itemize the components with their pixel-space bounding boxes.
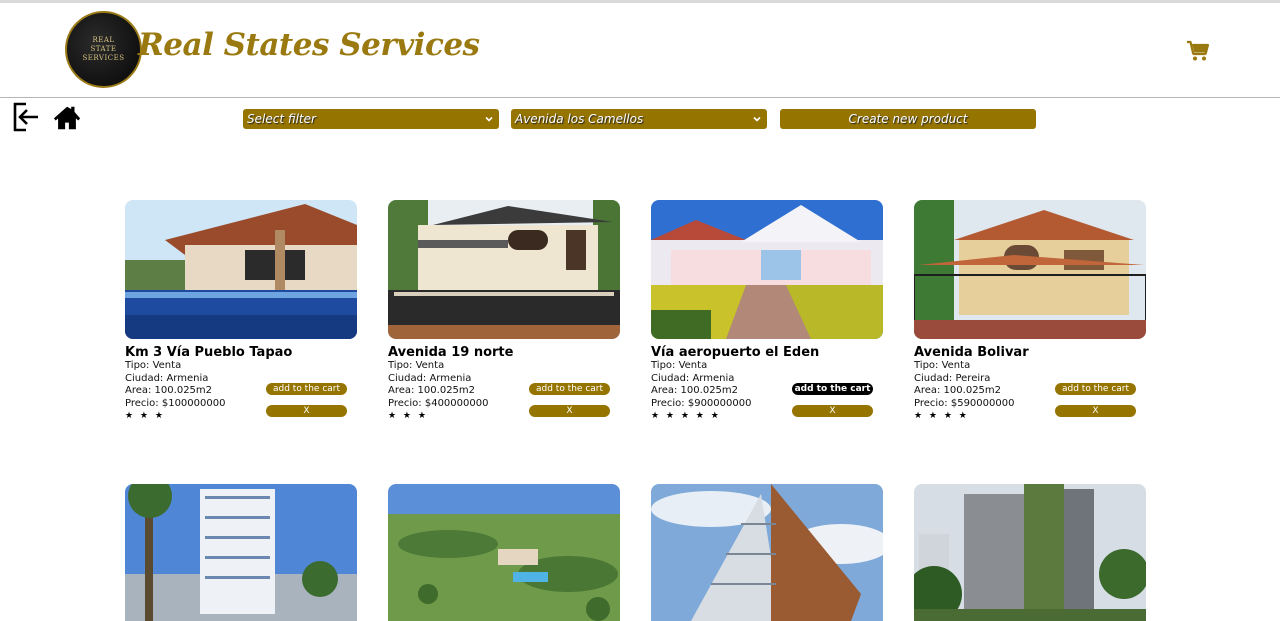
product-type: Tipo: Venta	[651, 360, 708, 371]
location-select-value: Avenida los Camellos	[515, 112, 644, 126]
brand-title: Real States Services	[138, 27, 480, 63]
product-type: Tipo: Venta	[914, 360, 971, 371]
add-to-cart-button[interactable]: add to the cart	[266, 383, 347, 395]
remove-product-button[interactable]: X	[792, 405, 873, 417]
add-to-cart-button[interactable]: add to the cart	[1055, 383, 1136, 395]
property-photo[interactable]	[388, 200, 620, 339]
remove-product-button[interactable]: X	[266, 405, 347, 417]
property-photo[interactable]	[388, 484, 620, 621]
chevron-down-icon	[485, 116, 493, 122]
product-title: Km 3 Vía Pueblo Tapao	[125, 345, 293, 360]
add-to-cart-button[interactable]: add to the cart	[529, 383, 610, 395]
product-type: Tipo: Venta	[125, 360, 182, 371]
property-photo[interactable]	[651, 484, 883, 621]
filter-select-value: Select filter	[247, 112, 316, 126]
property-photo[interactable]	[651, 200, 883, 339]
cart-icon[interactable]	[1186, 39, 1210, 63]
product-card: Vía aeropuerto el Eden Tipo: Venta Ciuda…	[651, 200, 883, 423]
remove-product-button[interactable]: X	[529, 405, 610, 417]
product-card: Avenida Bolivar Tipo: Venta Ciudad: Pere…	[914, 200, 1146, 423]
location-select[interactable]: Avenida los Camellos	[511, 109, 767, 129]
product-card: Km 3 Vía Pueblo Tapao Tipo: Venta Ciudad…	[125, 200, 357, 423]
product-type: Tipo: Venta	[388, 360, 445, 371]
add-to-cart-button[interactable]: add to the cart	[792, 383, 873, 395]
home-icon[interactable]	[52, 101, 82, 133]
property-photo[interactable]	[914, 200, 1146, 339]
site-header: REAL STATE SERVICES Real States Services	[0, 3, 1280, 98]
property-photo[interactable]	[125, 200, 357, 339]
filter-select[interactable]: Select filter	[243, 109, 499, 129]
logout-icon[interactable]	[11, 101, 41, 133]
product-title: Avenida Bolivar	[914, 345, 1029, 360]
chevron-down-icon	[753, 116, 761, 122]
property-photo[interactable]	[914, 484, 1146, 621]
remove-product-button[interactable]: X	[1055, 405, 1136, 417]
logo-text: REAL STATE SERVICES	[82, 36, 125, 62]
product-title: Avenida 19 norte	[388, 345, 514, 360]
property-photo[interactable]	[125, 484, 357, 621]
product-title: Vía aeropuerto el Eden	[651, 345, 820, 360]
product-card: Avenida 19 norte Tipo: Venta Ciudad: Arm…	[388, 200, 620, 423]
brand-logo[interactable]: REAL STATE SERVICES	[65, 11, 142, 88]
create-product-button[interactable]: Create new product	[780, 109, 1036, 129]
